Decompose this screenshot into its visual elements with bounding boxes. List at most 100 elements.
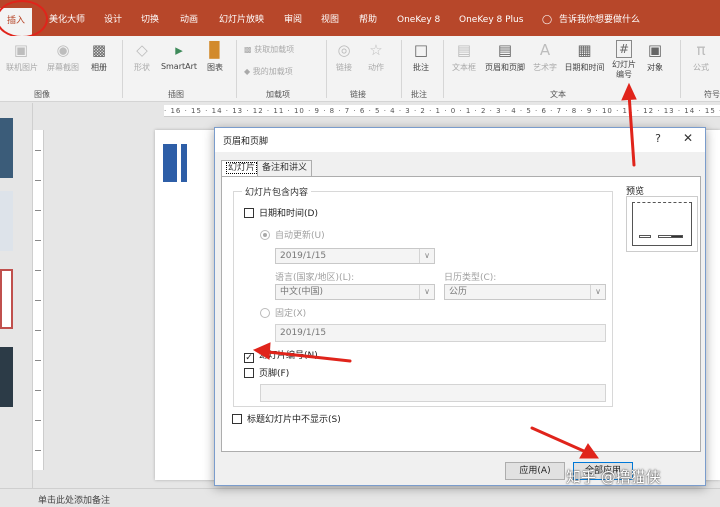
include-label: 幻灯片包含内容 bbox=[242, 185, 312, 198]
tab-onekey8[interactable]: OneKey 8 bbox=[397, 0, 440, 36]
group-label-symbols: 符号 bbox=[704, 90, 720, 99]
ribbon-tab-bar: 插入 美化大师 设计 切换 动画 幻灯片放映 审阅 视图 帮助 OneKey 8… bbox=[0, 0, 720, 38]
screenshot-button[interactable]: ◉ 屏幕截图 bbox=[45, 40, 81, 73]
horizontal-ruler: · 16 · 15 · 14 · 13 · 12 · 11 · 10 · 9 ·… bbox=[164, 105, 720, 117]
watermark: 知乎 @撸猫侠 bbox=[566, 468, 661, 486]
fixed-date-input[interactable]: 2019/1/15 bbox=[275, 324, 606, 342]
tab-transitions[interactable]: 切换 bbox=[141, 0, 159, 36]
slide-thumbnail[interactable] bbox=[0, 191, 13, 251]
smartart-icon: ▸ bbox=[175, 41, 183, 59]
tell-me-text: 告诉我你想要做什么 bbox=[558, 15, 640, 25]
comment-button[interactable]: □ 批注 bbox=[409, 40, 433, 73]
textbox-icon: ▤ bbox=[456, 41, 472, 59]
apply-button[interactable]: 应用(A) bbox=[505, 462, 565, 480]
tab-notes-handouts[interactable]: 备注和讲义 bbox=[257, 160, 313, 176]
tab-slideshow[interactable]: 幻灯片放映 bbox=[219, 0, 264, 36]
language-label: 语言(国家/地区)(L): bbox=[275, 273, 355, 283]
radio-icon bbox=[260, 308, 270, 318]
dialog-panel: 幻灯片包含内容 日期和时间(D) 自动更新(U) 2019/1/15 ∨ 语言(… bbox=[221, 176, 701, 452]
tab-onekey8-plus[interactable]: OneKey 8 Plus bbox=[459, 0, 523, 36]
header-footer-button[interactable]: ▤ 页眉和页脚 bbox=[482, 40, 528, 73]
calendar-combo[interactable]: 公历 ∨ bbox=[444, 284, 606, 300]
auto-date-combo[interactable]: 2019/1/15 ∨ bbox=[275, 248, 435, 264]
chart-button[interactable]: ▉ 图表 bbox=[204, 40, 226, 73]
include-fieldset: 幻灯片包含内容 日期和时间(D) 自动更新(U) 2019/1/15 ∨ 语言(… bbox=[233, 185, 613, 407]
wordart-button[interactable]: A 艺术字 bbox=[531, 40, 559, 73]
shapes-icon: ◇ bbox=[136, 41, 148, 59]
slide-decoration-bar bbox=[163, 144, 177, 182]
dialog-title: 页眉和页脚 bbox=[223, 137, 269, 147]
preview-box bbox=[626, 196, 698, 252]
textbox-button[interactable]: ▤ 文本框 bbox=[450, 40, 478, 73]
checkbox-icon bbox=[244, 368, 254, 378]
bar-chart-icon: ▉ bbox=[209, 41, 221, 59]
preview-slide bbox=[632, 202, 692, 246]
tab-insert[interactable]: 插入 bbox=[0, 0, 48, 38]
equation-button[interactable]: π 公式 bbox=[688, 40, 714, 73]
no-title-slide-checkbox[interactable]: 标题幻灯片中不显示(S) bbox=[232, 412, 341, 425]
object-button[interactable]: ▣ 对象 bbox=[642, 40, 668, 73]
slide-number-button[interactable]: # 幻灯片 编号 bbox=[609, 40, 639, 80]
tab-review[interactable]: 审阅 bbox=[284, 0, 302, 36]
tab-animations[interactable]: 动画 bbox=[180, 0, 198, 36]
ribbon-separator bbox=[122, 40, 123, 98]
language-combo[interactable]: 中文(中国) ∨ bbox=[275, 284, 435, 300]
checkbox-icon bbox=[232, 414, 242, 424]
chevron-down-icon: ∨ bbox=[419, 285, 434, 299]
smartart-button[interactable]: ▸ SmartArt bbox=[159, 40, 199, 71]
fixed-radio[interactable]: 固定(X) bbox=[260, 306, 306, 319]
group-label-images: 图像 bbox=[34, 90, 50, 99]
slide-thumbnail-selected[interactable] bbox=[0, 269, 13, 329]
group-label-illustrations: 插图 bbox=[168, 90, 184, 99]
object-icon: ▣ bbox=[647, 41, 663, 59]
preview-date-placeholder bbox=[639, 235, 651, 238]
notes-placeholder: 单击此处添加备注 bbox=[38, 496, 111, 506]
header-footer-icon: ▤ bbox=[497, 41, 513, 59]
slide-thumbnail[interactable] bbox=[0, 118, 13, 178]
checkbox-icon bbox=[244, 208, 254, 218]
get-addins-button[interactable]: ▩ 获取加载项 bbox=[244, 44, 294, 55]
group-label-links: 链接 bbox=[350, 90, 366, 99]
comment-icon: □ bbox=[413, 41, 429, 59]
chevron-down-icon: ∨ bbox=[590, 285, 605, 299]
wordart-icon: A bbox=[539, 41, 551, 59]
group-label-text: 文本 bbox=[550, 90, 566, 99]
ribbon-insert-panel: ▣ 联机图片 ◉ 屏幕截图 ▩ 相册 图像 ◇ 形状 ▸ SmartArt ▉ … bbox=[0, 36, 720, 102]
photo-album-button[interactable]: ▩ 相册 bbox=[87, 40, 111, 73]
dialog-titlebar: 页眉和页脚 ? ✕ bbox=[215, 128, 705, 152]
radio-icon bbox=[260, 230, 270, 240]
my-addins-button[interactable]: ◆ 我的加载项 bbox=[244, 66, 293, 77]
tab-beautify[interactable]: 美化大师 bbox=[49, 0, 85, 36]
shapes-button[interactable]: ◇ 形状 bbox=[130, 40, 154, 73]
album-icon: ▩ bbox=[91, 41, 107, 59]
slide-thumbnail[interactable] bbox=[0, 347, 13, 407]
group-label-comments: 批注 bbox=[411, 90, 427, 99]
help-icon[interactable]: ? bbox=[655, 132, 661, 145]
close-icon[interactable]: ✕ bbox=[683, 131, 693, 145]
tab-slide[interactable]: 幻灯片 bbox=[221, 160, 263, 176]
pi-icon: π bbox=[696, 41, 706, 59]
tab-design[interactable]: 设计 bbox=[104, 0, 122, 36]
date-time-button[interactable]: ▦ 日期和时间 bbox=[562, 40, 607, 73]
footer-input[interactable] bbox=[260, 384, 606, 402]
notes-bar[interactable]: 单击此处添加备注 bbox=[0, 488, 720, 507]
link-button[interactable]: ◎ 链接 bbox=[334, 40, 354, 73]
hash-icon: # bbox=[616, 40, 632, 58]
slide-decoration-bar bbox=[181, 144, 187, 182]
tab-help[interactable]: 帮助 bbox=[359, 0, 377, 36]
group-label-addins: 加载项 bbox=[266, 90, 290, 99]
auto-update-radio[interactable]: 自动更新(U) bbox=[260, 228, 325, 241]
slide-number-checkbox[interactable]: ✓ 幻灯片编号(N) bbox=[244, 348, 318, 363]
tab-view[interactable]: 视图 bbox=[321, 0, 339, 36]
star-icon: ☆ bbox=[369, 41, 383, 59]
camera-icon: ◉ bbox=[56, 41, 70, 59]
footer-checkbox[interactable]: 页脚(F) bbox=[244, 366, 289, 379]
tell-me-box[interactable]: ◯ 告诉我你想要做什么 bbox=[542, 0, 640, 36]
header-footer-dialog: 页眉和页脚 ? ✕ 幻灯片 备注和讲义 幻灯片包含内容 日期和时间(D) 自动更… bbox=[214, 127, 706, 486]
slide-thumbnail-pane bbox=[0, 103, 33, 488]
date-time-checkbox[interactable]: 日期和时间(D) bbox=[244, 206, 318, 219]
online-pictures-button[interactable]: ▣ 联机图片 bbox=[6, 40, 38, 73]
store-icon: ▩ bbox=[244, 45, 252, 54]
calendar-label: 日历类型(C): bbox=[444, 273, 497, 283]
action-button[interactable]: ☆ 动作 bbox=[364, 40, 388, 73]
